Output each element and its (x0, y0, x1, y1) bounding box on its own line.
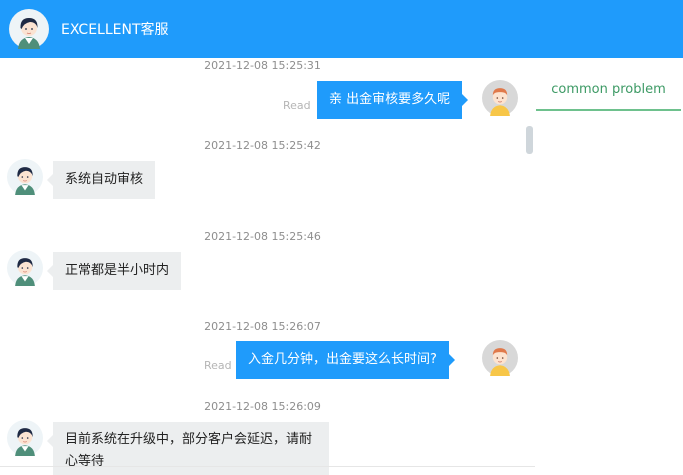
user-avatar-icon (482, 80, 518, 116)
message-timestamp: 2021-12-08 15:26:07 (204, 320, 321, 333)
agent-avatar-icon (7, 250, 43, 286)
message-timestamp: 2021-12-08 15:26:09 (204, 400, 321, 413)
message-timestamp: 2021-12-08 15:25:31 (204, 59, 321, 72)
chat-title: EXCELLENT客服 (61, 22, 169, 38)
message-list[interactable]: 2021-12-08 15:25:31 Read 亲 出金审核要多久呢 2021… (0, 58, 535, 475)
message-bubble-received[interactable]: 正常都是半小时内 (46, 252, 182, 290)
chat-header: EXCELLENT客服 (0, 0, 683, 58)
agent-avatar-icon (7, 420, 43, 456)
read-receipt: Read (204, 359, 232, 372)
input-divider (0, 466, 535, 467)
message-timestamp: 2021-12-08 15:25:46 (204, 230, 321, 243)
chat-scrollbar[interactable] (526, 126, 533, 154)
message-bubble-received[interactable]: 目前系统在升级中，部分客户会延迟，请耐心等待 (47, 422, 329, 475)
tab-common-problem[interactable]: common problem (536, 80, 681, 111)
agent-avatar-icon (9, 9, 49, 49)
message-timestamp: 2021-12-08 15:25:42 (204, 139, 321, 152)
agent-avatar-icon (7, 159, 43, 195)
user-avatar-icon (482, 340, 518, 376)
read-receipt: Read (283, 99, 311, 112)
message-bubble-sent[interactable]: 亲 出金审核要多久呢 (317, 81, 469, 119)
message-bubble-received[interactable]: 系统自动审核 (46, 161, 156, 199)
message-bubble-sent[interactable]: 入金几分钟，出金要这么长时间? (236, 341, 455, 379)
